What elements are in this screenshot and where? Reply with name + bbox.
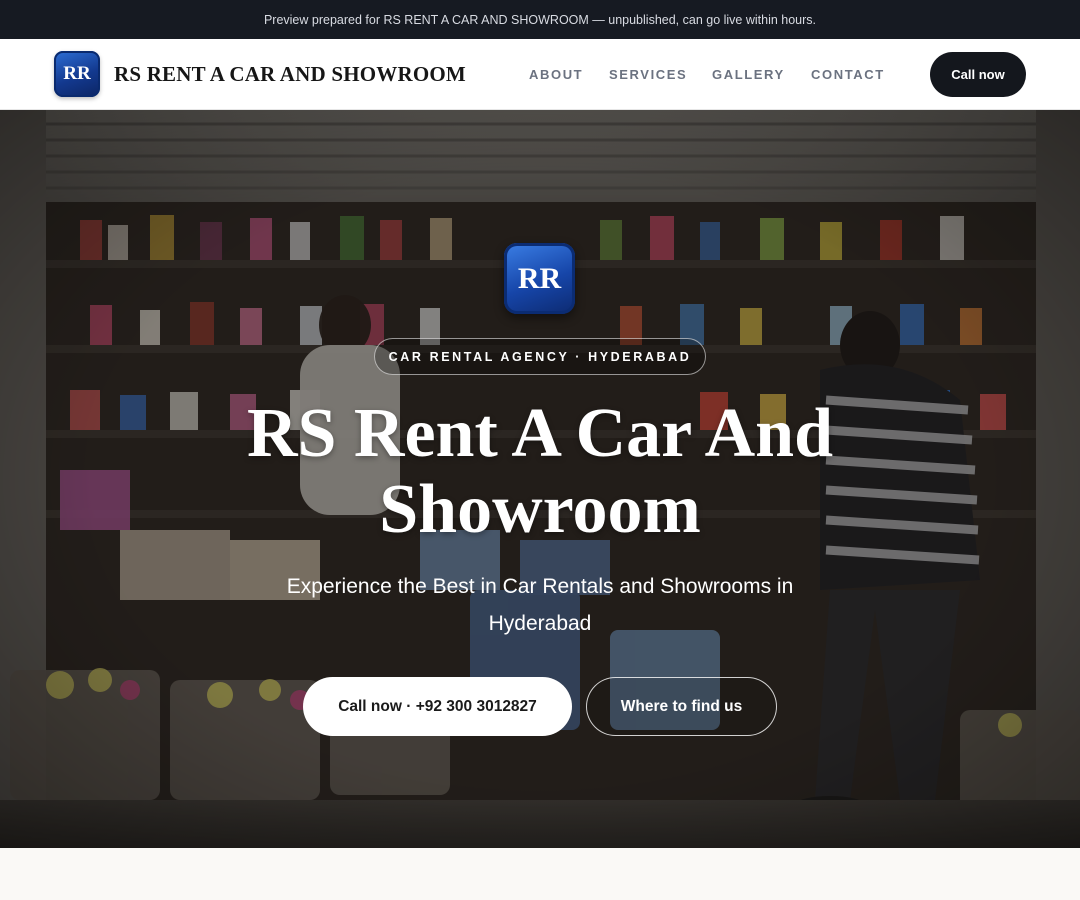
find-us-button[interactable]: Where to find us	[586, 677, 777, 736]
announcement-text: Preview prepared for RS RENT A CAR AND S…	[263, 12, 817, 27]
site-header: RR RS RENT A CAR AND SHOWROOM ABOUT SERV…	[0, 39, 1080, 110]
brand-link[interactable]: RR RS RENT A CAR AND SHOWROOM	[54, 51, 466, 97]
brand-logo: RR	[54, 51, 100, 97]
brand-name: RS RENT A CAR AND SHOWROOM	[114, 61, 466, 86]
nav-link-gallery[interactable]: GALLERY	[712, 67, 785, 82]
call-phone-button[interactable]: Call now · +92 300 3012827	[303, 677, 572, 736]
nav-link-contact[interactable]: CONTACT	[811, 67, 885, 82]
hero-subtitle: Experience the Best in Car Rentals and S…	[286, 575, 794, 635]
nav-link-about[interactable]: ABOUT	[529, 67, 583, 82]
call-now-button[interactable]: Call now	[930, 52, 1026, 97]
nav-link-services[interactable]: SERVICES	[609, 67, 687, 82]
hero-title: RS Rent A Car And Showroom	[246, 395, 834, 548]
hero-logo: RR	[504, 243, 575, 314]
announcement-bar: Preview prepared for RS RENT A CAR AND S…	[0, 0, 1080, 39]
hero-section: RR CAR RENTAL AGENCY · HYDERABAD RS Rent…	[0, 110, 1080, 848]
hero-eyebrow-badge: CAR RENTAL AGENCY · HYDERABAD	[374, 338, 706, 375]
hero-content: RR CAR RENTAL AGENCY · HYDERABAD RS Rent…	[0, 110, 1080, 848]
